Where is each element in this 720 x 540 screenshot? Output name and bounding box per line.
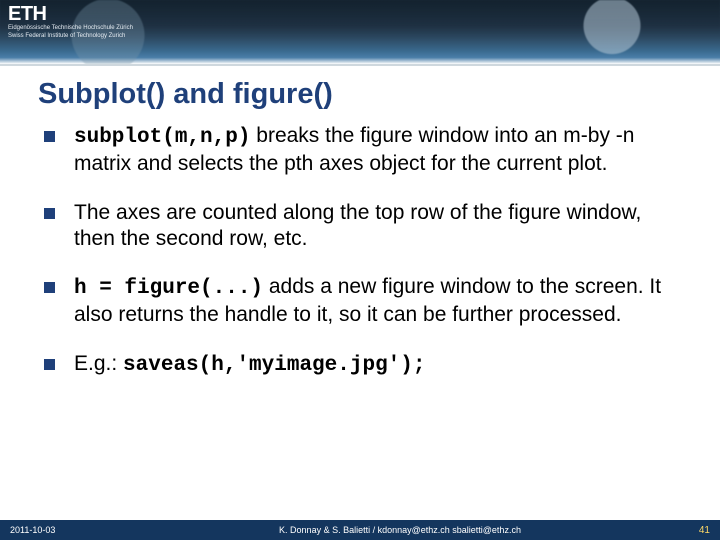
bullet-item: h = figure(...) adds a new figure window… [40, 274, 680, 329]
slide: ETH Eidgenössische Technische Hochschule… [0, 0, 720, 540]
text-span: E.g.: [74, 352, 123, 375]
eth-subtitle-1: Eidgenössische Technische Hochschule Zür… [8, 25, 133, 32]
footer-bar: 2011-10-03 K. Donnay & S. Balietti / kdo… [0, 520, 720, 540]
text-span: The axes are counted along the top row o… [74, 201, 641, 250]
header-banner: ETH Eidgenössische Technische Hochschule… [0, 0, 720, 64]
eth-subtitle-2: Swiss Federal Institute of Technology Zu… [8, 33, 133, 40]
bullet-item: The axes are counted along the top row o… [40, 200, 680, 253]
eth-logo-text: ETH [8, 4, 133, 24]
bullet-list: subplot(m,n,p) breaks the figure window … [40, 123, 680, 379]
footer-authors: K. Donnay & S. Balietti / kdonnay@ethz.c… [130, 525, 670, 535]
footer-date: 2011-10-03 [10, 525, 130, 535]
bullet-item: E.g.: saveas(h,'myimage.jpg'); [40, 351, 680, 379]
code-span: h = figure(...) [74, 277, 263, 300]
footer-page-number: 41 [670, 525, 710, 536]
slide-title: Subplot() and figure() [0, 66, 720, 115]
eth-logo-block: ETH Eidgenössische Technische Hochschule… [8, 4, 133, 40]
code-span: saveas(h,'myimage.jpg'); [123, 354, 425, 377]
bullet-item: subplot(m,n,p) breaks the figure window … [40, 123, 680, 178]
code-span: subplot(m,n,p) [74, 126, 250, 149]
slide-body: subplot(m,n,p) breaks the figure window … [0, 115, 720, 540]
